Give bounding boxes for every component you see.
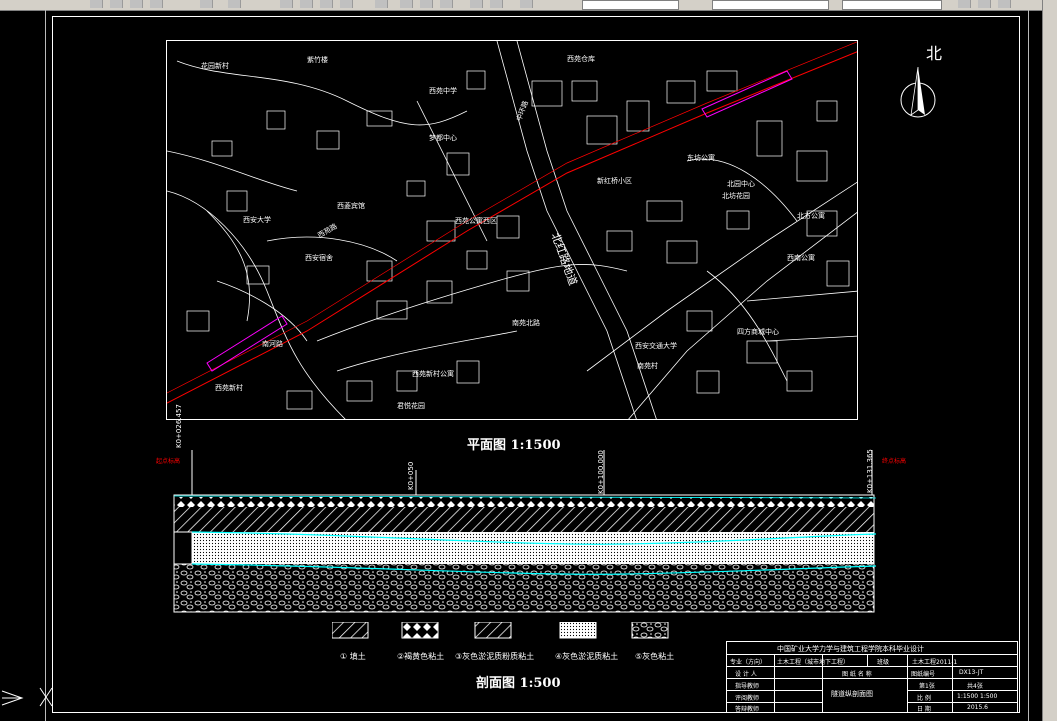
- map-label: 四方商城中心: [737, 328, 779, 336]
- map-label: 西安交通大学: [635, 342, 677, 350]
- map-linework: [167, 41, 857, 419]
- toolbar-button[interactable]: [110, 0, 123, 8]
- major-label: 专业（方向）: [730, 659, 767, 666]
- student-label: 设 计 人: [735, 671, 757, 678]
- vertical-scrollbar[interactable]: [1042, 0, 1057, 721]
- legend-label: ⑤灰色粘土: [635, 652, 675, 661]
- map-label: 北方公寓: [797, 212, 825, 220]
- start-elevation-mark: 起点标高: [156, 458, 181, 465]
- toolbar-button[interactable]: [998, 0, 1011, 8]
- station-label: K0+131.365: [866, 449, 874, 493]
- map-label: 西苑仓库: [567, 55, 595, 63]
- sheet-number: 第1张: [919, 683, 935, 690]
- drawing-no-value: DX13-JT: [959, 669, 984, 676]
- map-label: 北园中心: [727, 180, 755, 188]
- map-label: 君悦花园: [397, 402, 425, 410]
- map-label: 梦都中心: [429, 134, 457, 142]
- map-label: 新红桥小区: [597, 177, 632, 185]
- station-label: K0+050: [407, 461, 415, 490]
- map-label: 南苑北路: [512, 319, 540, 327]
- map-label: 西苑公寓西区: [455, 217, 497, 225]
- reviewer-label: 评阅教师: [735, 695, 760, 702]
- map-label: 西南公寓: [787, 254, 815, 262]
- toolbar-button[interactable]: [280, 0, 293, 8]
- map-label: 南河路: [262, 340, 283, 348]
- toolbar-button[interactable]: [420, 0, 433, 8]
- map-label: 西苑新村公寓: [412, 370, 454, 378]
- drawing-name-label: 图 纸 名 称: [842, 671, 872, 678]
- date-value: 2015.6: [967, 704, 988, 711]
- legend-label: ① 填土: [340, 652, 366, 661]
- scale-label: 比 例: [917, 695, 931, 702]
- advisor-label: 指导教师: [735, 683, 760, 690]
- toolbar-button[interactable]: [440, 0, 453, 8]
- north-arrow: 北: [898, 40, 948, 130]
- ucs-axis-icon: [1, 687, 53, 707]
- map-label: 西苑新村: [215, 384, 243, 392]
- toolbar-button[interactable]: [470, 0, 483, 8]
- legend-swatches: [332, 622, 669, 639]
- toolbar-button[interactable]: [150, 0, 163, 8]
- legend-label: ④灰色淤泥质粘土: [555, 652, 619, 661]
- map-label: 西菱宾馆: [337, 202, 365, 210]
- major-value: 土木工程（城市地下工程）: [777, 659, 850, 666]
- profile-title: 剖面图 1:500: [476, 676, 561, 691]
- station-label: K0+100.000: [597, 450, 605, 494]
- station-label: K0+026.457: [175, 404, 183, 448]
- map-label: 西安宿舍: [305, 254, 333, 262]
- color-combo[interactable]: [842, 0, 942, 10]
- compass-icon: [900, 66, 936, 118]
- legend-label: ③灰色淤泥质粉质粘土: [455, 652, 535, 661]
- class-label: 班级: [877, 659, 890, 666]
- scale-value: 1:1500 1:500: [957, 693, 998, 700]
- map-label: 东坊公寓: [687, 154, 715, 162]
- class-value: 土木工程2011-1: [912, 659, 958, 666]
- map-label: 南苑村: [637, 362, 658, 370]
- toolbar-button[interactable]: [520, 0, 533, 8]
- toolbar-button[interactable]: [90, 0, 103, 8]
- date-label: 日 期: [917, 706, 931, 713]
- toolbar-button[interactable]: [228, 0, 241, 8]
- map-label: 西安大学: [243, 216, 271, 224]
- toolbar-button[interactable]: [320, 0, 333, 8]
- toolbar-button[interactable]: [340, 0, 353, 8]
- map-label: 西苑中学: [429, 87, 457, 95]
- map-label: 花园新村: [201, 62, 229, 70]
- drawing-no-label: 图纸编号: [911, 671, 936, 678]
- title-block: 中国矿业大学力学与建筑工程学院本科毕业设计 专业（方向） 土木工程（城市地下工程…: [726, 641, 1018, 713]
- text-style-button[interactable]: [375, 0, 388, 8]
- map-label: 北坊花园: [722, 192, 750, 200]
- style-combo[interactable]: [712, 0, 829, 10]
- profile-section: [173, 450, 877, 613]
- toolbar-button[interactable]: [130, 0, 143, 8]
- map-label: 紫竹楼: [307, 56, 328, 64]
- toolbar-button[interactable]: [490, 0, 503, 8]
- toolbar-button[interactable]: [400, 0, 413, 8]
- defense-label: 答辩教师: [735, 706, 760, 713]
- toolbar-button[interactable]: [300, 0, 313, 8]
- toolbar-button[interactable]: [200, 0, 213, 8]
- school-title: 中国矿业大学力学与建筑工程学院本科毕业设计: [777, 645, 924, 653]
- plan-view-map: 花园新村 紫竹楼 西苑中学 西苑仓库 梦都中心 西菱宾馆 西安大学 西安宿舍 西…: [166, 40, 858, 420]
- toolbar-button[interactable]: [978, 0, 991, 8]
- layer-combo[interactable]: [582, 0, 679, 10]
- drawing-name-value: 隧道纵剖面图: [831, 690, 873, 698]
- legend-label: ②褐黄色粘土: [397, 652, 445, 661]
- toolbar-button[interactable]: [958, 0, 971, 8]
- end-elevation-mark: 终点标高: [882, 458, 907, 465]
- sheet-total: 共4张: [967, 683, 983, 690]
